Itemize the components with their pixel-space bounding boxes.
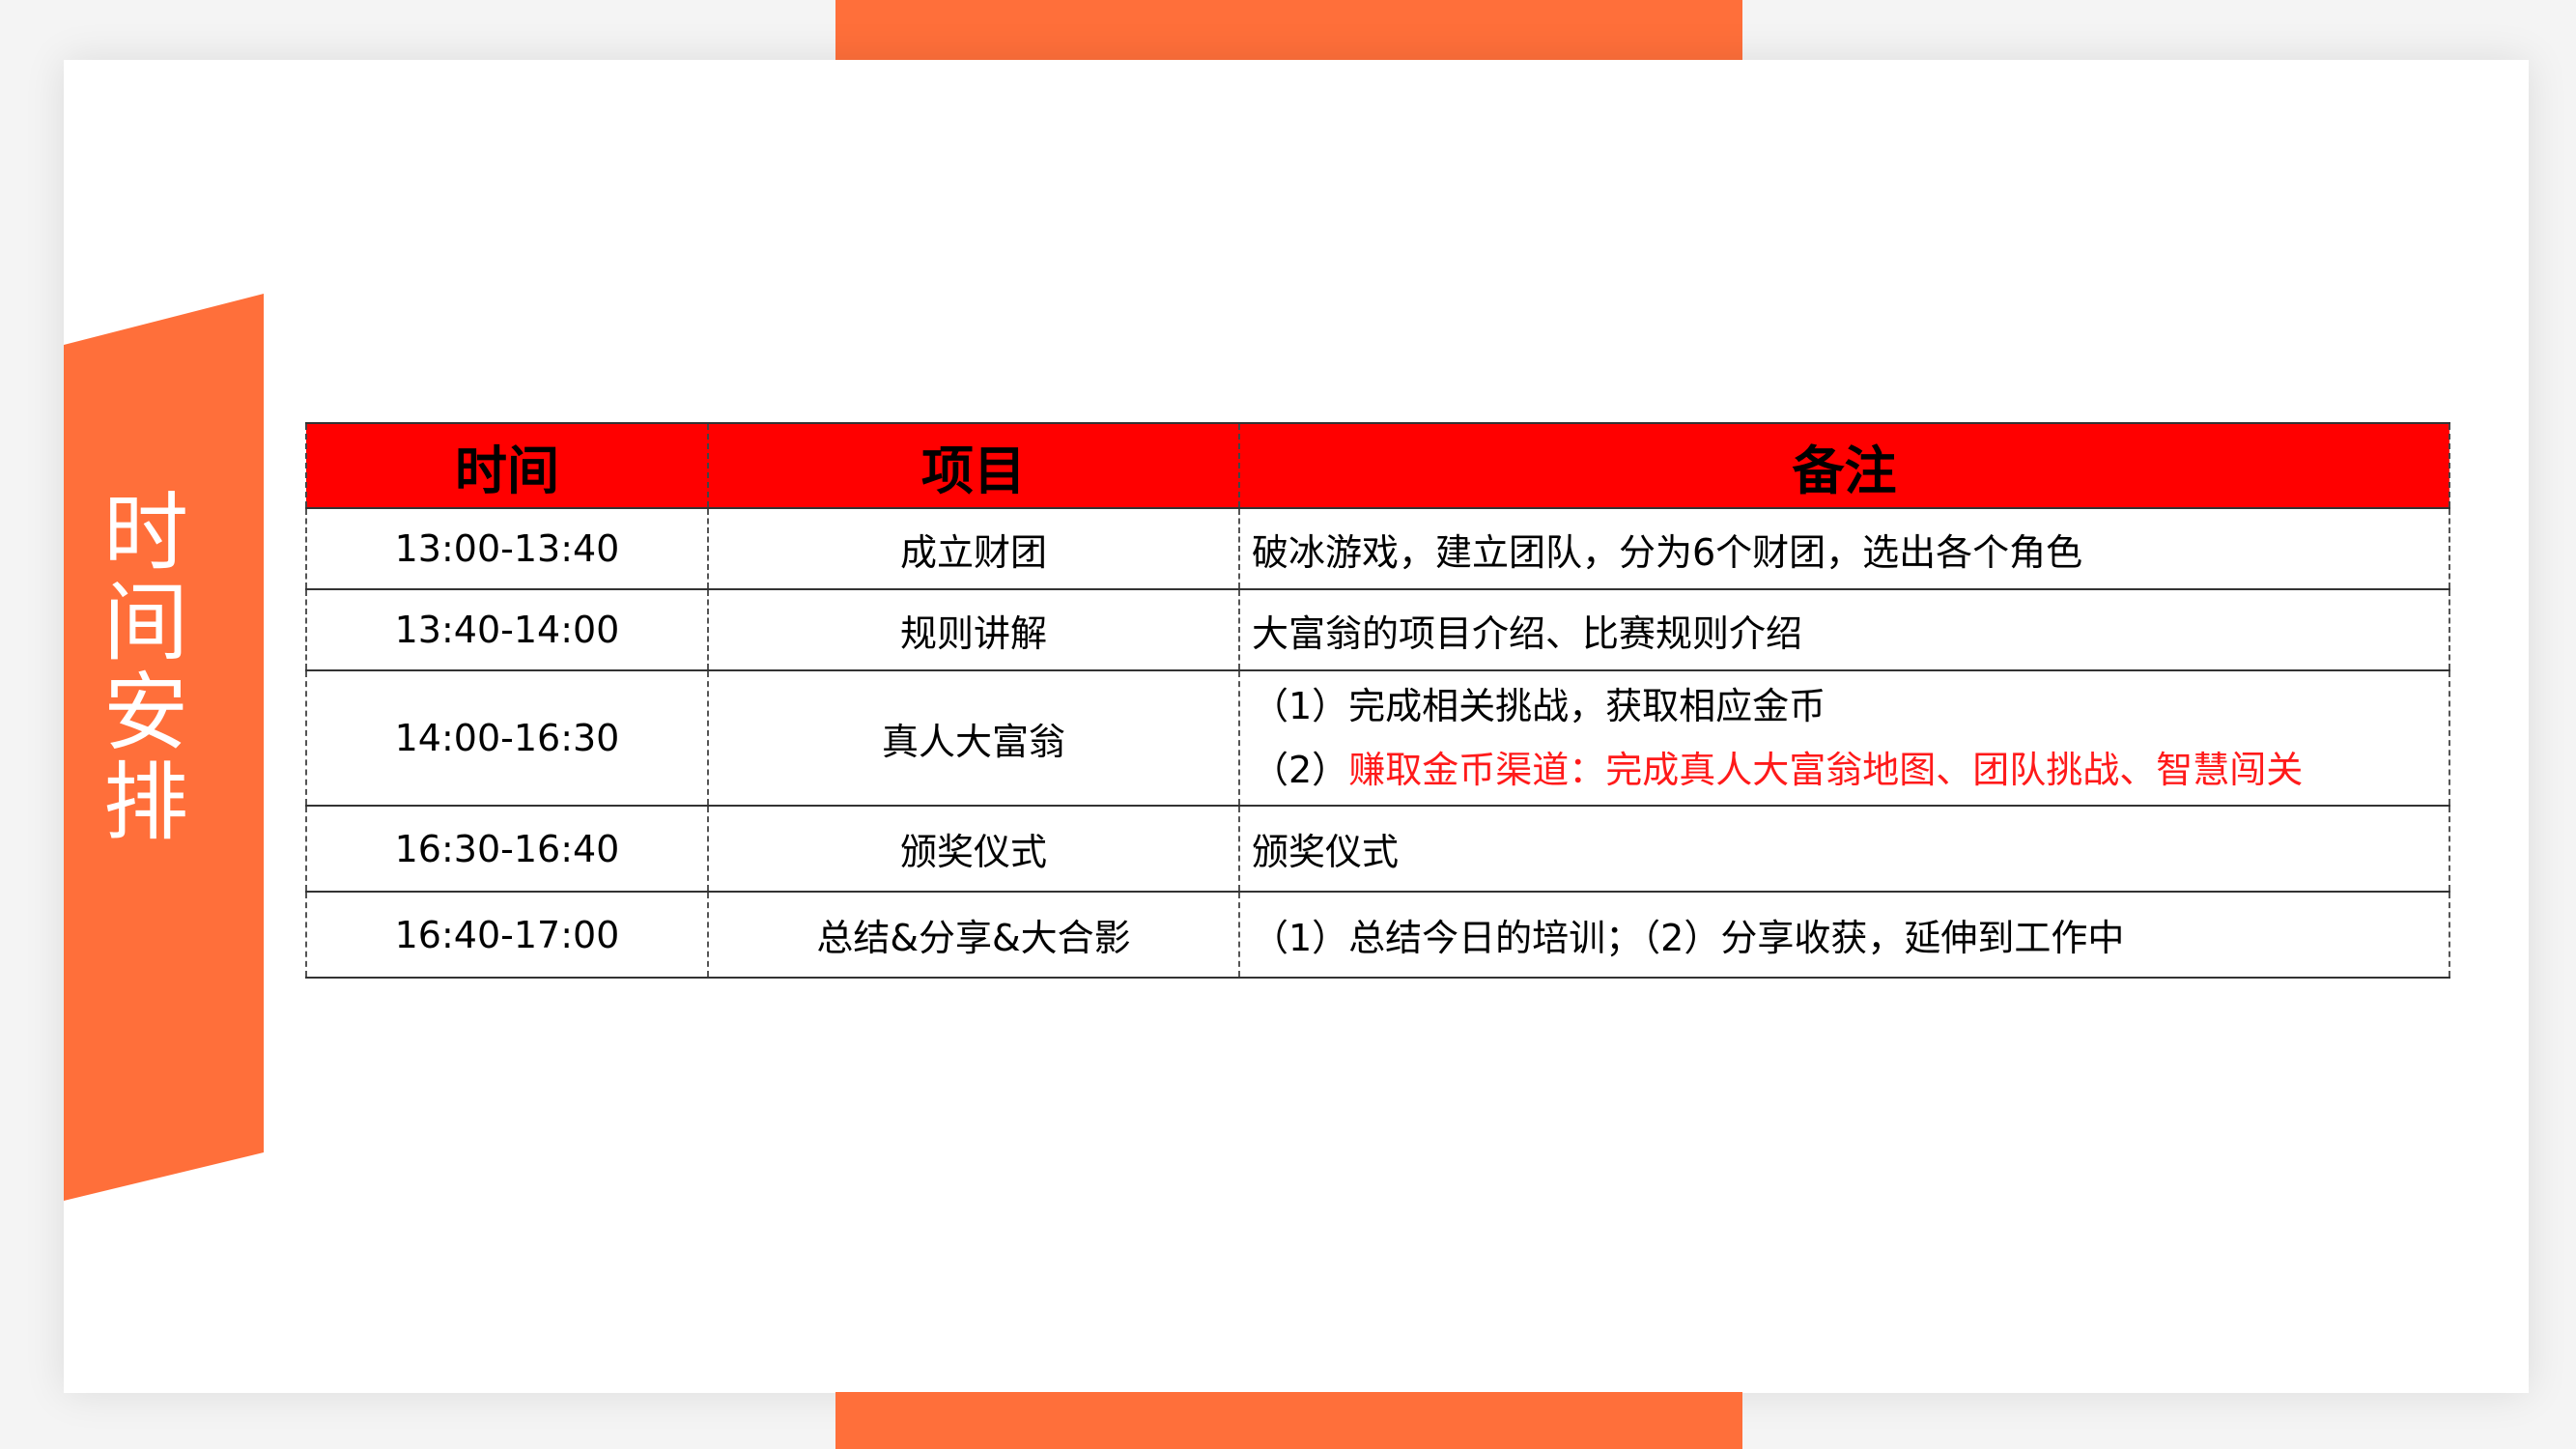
side-title: 时间安排	[102, 483, 188, 852]
table-header-row: 时间 项目 备注	[305, 422, 2450, 509]
time-cell: 16:40-17:00	[305, 891, 709, 979]
top-accent-bar	[835, 0, 1742, 60]
time-cell: 16:30-16:40	[305, 805, 709, 893]
note-line-1: （1）完成相关挑战，获取相应金币	[1252, 685, 1826, 727]
item-cell: 总结&分享&大合影	[707, 891, 1240, 979]
note-cell: 大富翁的项目介绍、比赛规则介绍	[1238, 588, 2450, 671]
note-prefix: （2）	[1252, 749, 1349, 791]
table-row: 16:30-16:40 颁奖仪式 颁奖仪式	[305, 805, 2450, 893]
table-row: 13:40-14:00 规则讲解 大富翁的项目介绍、比赛规则介绍	[305, 588, 2450, 671]
note-cell: （1）总结今日的培训；（2）分享收获，延伸到工作中	[1238, 891, 2450, 979]
item-cell: 真人大富翁	[707, 669, 1240, 807]
time-cell: 14:00-16:30	[305, 669, 709, 807]
table-row: 16:40-17:00 总结&分享&大合影 （1）总结今日的培训；（2）分享收获…	[305, 891, 2450, 979]
note-cell: （1）完成相关挑战，获取相应金币 （2）赚取金币渠道：完成真人大富翁地图、团队挑…	[1238, 669, 2450, 807]
header-time: 时间	[305, 422, 709, 509]
header-item: 项目	[707, 422, 1240, 509]
note-cell: 颁奖仪式	[1238, 805, 2450, 893]
note-line-2: （2）赚取金币渠道：完成真人大富翁地图、团队挑战、智慧闯关	[1252, 738, 2449, 802]
note-highlight: 赚取金币渠道：完成真人大富翁地图、团队挑战、智慧闯关	[1348, 749, 2304, 791]
table-row: 13:00-13:40 成立财团 破冰游戏，建立团队，分为6个财团，选出各个角色	[305, 507, 2450, 590]
table-row: 14:00-16:30 真人大富翁 （1）完成相关挑战，获取相应金币 （2）赚取…	[305, 669, 2450, 807]
bottom-accent-bar	[835, 1392, 1742, 1449]
time-cell: 13:40-14:00	[305, 588, 709, 671]
note-cell: 破冰游戏，建立团队，分为6个财团，选出各个角色	[1238, 507, 2450, 590]
time-cell: 13:00-13:40	[305, 507, 709, 590]
item-cell: 规则讲解	[707, 588, 1240, 671]
schedule-table: 时间 项目 备注 13:00-13:40 成立财团 破冰游戏，建立团队，分为6个…	[305, 422, 2450, 979]
item-cell: 成立财团	[707, 507, 1240, 590]
header-notes: 备注	[1238, 422, 2450, 509]
item-cell: 颁奖仪式	[707, 805, 1240, 893]
